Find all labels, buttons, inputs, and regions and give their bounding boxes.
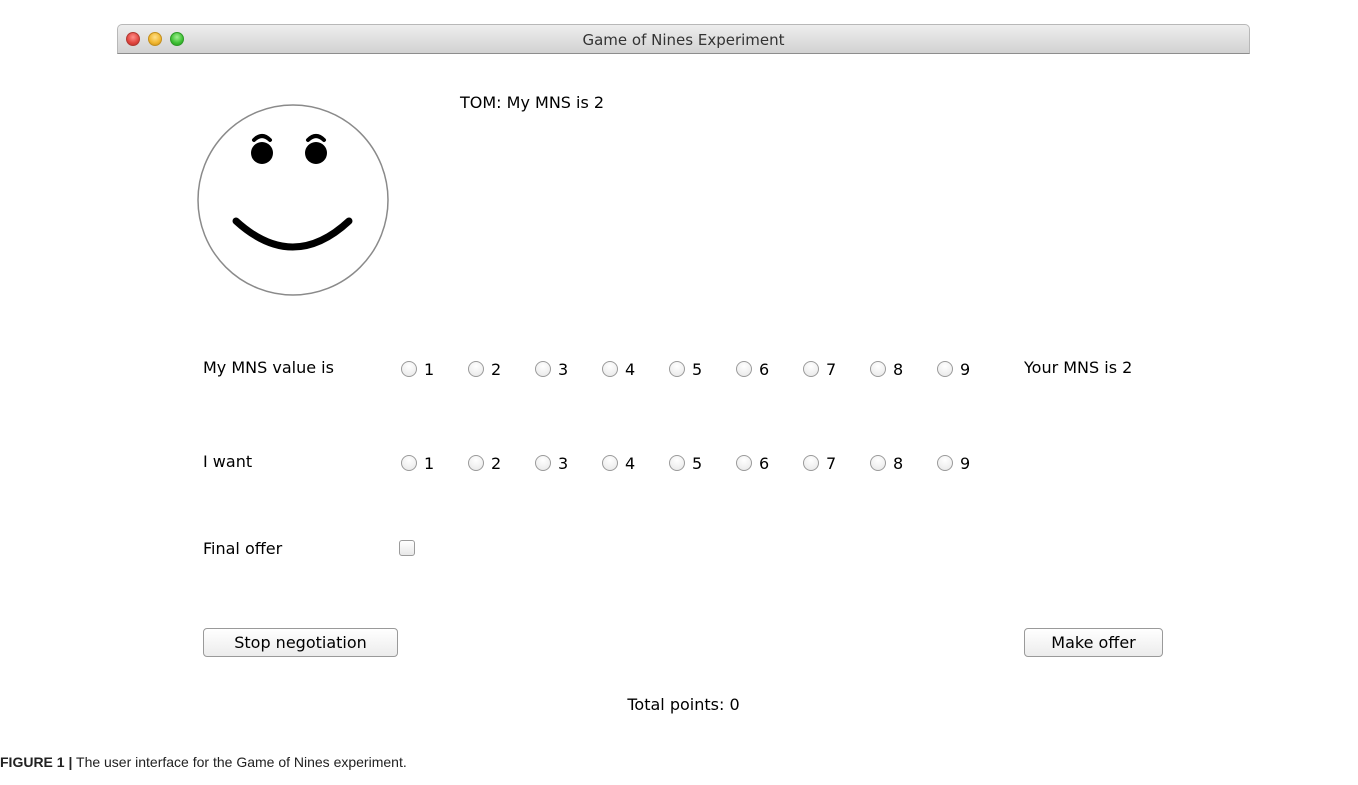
radio-label: 3 <box>558 359 569 379</box>
final-offer-label: Final offer <box>203 539 283 558</box>
radio-button[interactable] <box>535 361 551 377</box>
mns-option-2[interactable]: 2 <box>468 357 501 381</box>
mns-option-4[interactable]: 4 <box>602 357 635 381</box>
radio-button[interactable] <box>669 455 685 471</box>
mns-option-7[interactable]: 7 <box>803 357 836 381</box>
final-offer-checkbox[interactable] <box>399 540 415 556</box>
opponent-message: TOM: My MNS is 2 <box>460 93 605 112</box>
mns-option-8[interactable]: 8 <box>870 357 903 381</box>
radio-button[interactable] <box>602 361 618 377</box>
radio-button[interactable] <box>468 455 484 471</box>
want-option-6[interactable]: 6 <box>736 451 769 475</box>
radio-label: 7 <box>826 359 837 379</box>
want-option-4[interactable]: 4 <box>602 451 635 475</box>
radio-button[interactable] <box>669 361 685 377</box>
mns-option-1[interactable]: 1 <box>401 357 434 381</box>
figure-caption: FIGURE 1 | The user interface for the Ga… <box>0 754 407 770</box>
figure-label: FIGURE 1 | <box>0 754 73 770</box>
want-option-1[interactable]: 1 <box>401 451 434 475</box>
radio-button[interactable] <box>870 361 886 377</box>
radio-label: 3 <box>558 453 569 473</box>
radio-button[interactable] <box>937 361 953 377</box>
radio-label: 4 <box>625 453 636 473</box>
mns-value-label: My MNS value is <box>203 358 334 377</box>
radio-label: 7 <box>826 453 837 473</box>
want-option-9[interactable]: 9 <box>937 451 970 475</box>
mns-option-3[interactable]: 3 <box>535 357 568 381</box>
radio-button[interactable] <box>468 361 484 377</box>
mns-option-9[interactable]: 9 <box>937 357 970 381</box>
radio-label: 8 <box>893 453 904 473</box>
want-option-8[interactable]: 8 <box>870 451 903 475</box>
radio-button[interactable] <box>937 455 953 471</box>
radio-label: 5 <box>692 453 703 473</box>
window-title: Game of Nines Experiment <box>582 31 785 49</box>
radio-label: 9 <box>960 453 971 473</box>
radio-label: 2 <box>491 453 502 473</box>
stop-negotiation-button[interactable]: Stop negotiation <box>203 628 398 657</box>
smiley-face-icon <box>197 104 389 296</box>
want-option-2[interactable]: 2 <box>468 451 501 475</box>
want-label: I want <box>203 452 253 471</box>
want-option-7[interactable]: 7 <box>803 451 836 475</box>
radio-label: 6 <box>759 453 770 473</box>
make-offer-button[interactable]: Make offer <box>1024 628 1163 657</box>
radio-label: 6 <box>759 359 770 379</box>
want-option-5[interactable]: 5 <box>669 451 702 475</box>
radio-label: 5 <box>692 359 703 379</box>
want-option-3[interactable]: 3 <box>535 451 568 475</box>
radio-button[interactable] <box>401 455 417 471</box>
mns-option-5[interactable]: 5 <box>669 357 702 381</box>
radio-label: 9 <box>960 359 971 379</box>
radio-label: 2 <box>491 359 502 379</box>
radio-label: 1 <box>424 359 435 379</box>
radio-label: 4 <box>625 359 636 379</box>
radio-button[interactable] <box>401 361 417 377</box>
radio-label: 8 <box>893 359 904 379</box>
app-window: Game of Nines Experiment TOM: My MNS is … <box>117 24 1250 721</box>
radio-button[interactable] <box>736 455 752 471</box>
radio-label: 1 <box>424 453 435 473</box>
mns-option-6[interactable]: 6 <box>736 357 769 381</box>
radio-button[interactable] <box>870 455 886 471</box>
total-points: Total points: 0 <box>627 695 740 714</box>
radio-button[interactable] <box>602 455 618 471</box>
opponent-mns-text: Your MNS is 2 <box>1024 358 1133 377</box>
radio-button[interactable] <box>803 361 819 377</box>
radio-button[interactable] <box>736 361 752 377</box>
radio-button[interactable] <box>803 455 819 471</box>
title-bar: Game of Nines Experiment <box>117 24 1250 54</box>
radio-button[interactable] <box>535 455 551 471</box>
caption-text: The user interface for the Game of Nines… <box>72 754 407 770</box>
